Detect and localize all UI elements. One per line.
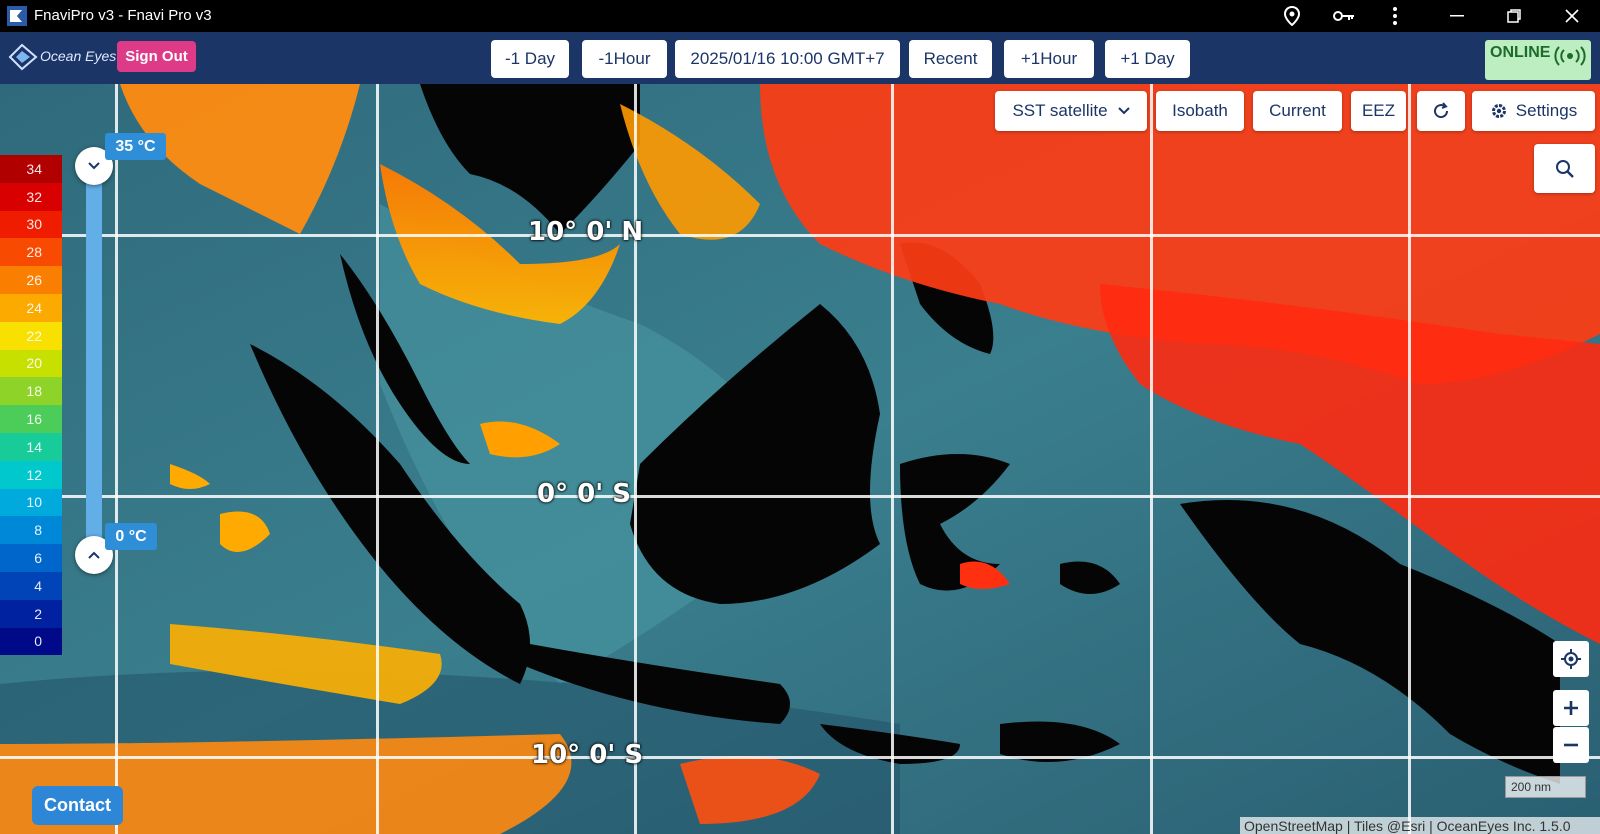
online-status-label: ONLINE: [1490, 44, 1551, 61]
ocean-eyes-logo: Ocean Eyes: [8, 42, 116, 74]
online-status: ONLINE: [1485, 40, 1591, 80]
legend-cell: 28: [0, 238, 62, 267]
minus-one-day-button[interactable]: -1 Day: [491, 40, 569, 78]
recent-button[interactable]: Recent: [909, 40, 992, 78]
legend-cell: 34: [0, 155, 62, 183]
refresh-icon: [1434, 102, 1449, 119]
chevron-up-icon: [88, 551, 100, 559]
window-title: FnaviPro v3 - Fnavi Pro v3: [34, 7, 212, 24]
search-button[interactable]: [1534, 144, 1595, 193]
graticule-line: [0, 756, 1600, 759]
sst-layer-dropdown[interactable]: SST satellite: [995, 91, 1147, 131]
zoom-out-button[interactable]: [1553, 727, 1589, 763]
scale-bar: 200 nm: [1505, 776, 1586, 798]
more-vertical-icon[interactable]: [1383, 4, 1407, 28]
legend-cell: 12: [0, 460, 62, 489]
settings-label: Settings: [1515, 101, 1578, 120]
minus-one-hour-button[interactable]: -1Hour: [582, 40, 667, 78]
refresh-button[interactable]: [1417, 91, 1465, 131]
legend-cell: 8: [0, 516, 62, 545]
datetime-button[interactable]: 2025/01/16 10:00 GMT+7: [675, 40, 900, 78]
legend-cell: 16: [0, 405, 62, 433]
legend-cell: 32: [0, 182, 62, 211]
crosshair-icon: [1561, 649, 1581, 669]
zoom-in-button[interactable]: [1553, 690, 1589, 726]
contact-button[interactable]: Contact: [32, 786, 123, 825]
lat-label-equator: 0° 0' S: [537, 479, 631, 509]
lat-label-10s: 10° 0' S: [531, 740, 644, 770]
legend-cell: 14: [0, 432, 62, 461]
main-toolbar: Ocean Eyes Sign Out -1 Day -1Hour 2025/0…: [0, 32, 1600, 84]
temperature-legend: 34 32 30 28 26 24 22 20 18 16 14 12 10 8 6 4 2 0: [0, 155, 62, 656]
temperature-range-slider[interactable]: [86, 175, 102, 555]
sst-map-layer: [0, 84, 1600, 834]
search-icon: [1555, 159, 1574, 178]
broadcast-icon: [1554, 46, 1586, 66]
legend-cell: 22: [0, 321, 62, 350]
legend-cell: 2: [0, 599, 62, 628]
max-temp-label: 35 °C: [105, 133, 166, 160]
locate-button[interactable]: [1553, 641, 1589, 677]
graticule-line: [0, 234, 1600, 237]
legend-cell: 20: [0, 349, 62, 378]
legend-cell: 0: [0, 627, 62, 656]
plus-one-day-button[interactable]: +1 Day: [1105, 40, 1190, 78]
chevron-down-icon: [1117, 107, 1130, 115]
key-icon[interactable]: [1332, 4, 1356, 28]
legend-cell: 26: [0, 266, 62, 294]
legend-cell: 4: [0, 571, 62, 600]
settings-button[interactable]: Settings: [1472, 91, 1595, 131]
minimize-icon[interactable]: [1445, 4, 1469, 28]
close-icon[interactable]: [1560, 4, 1584, 28]
legend-cell: 6: [0, 544, 62, 572]
lat-label-10n: 10° 0' N: [528, 217, 644, 247]
restore-icon[interactable]: [1502, 4, 1526, 28]
graticule-line: [1150, 84, 1153, 834]
legend-cell: 30: [0, 210, 62, 239]
graticule-line: [1408, 84, 1411, 834]
min-temp-label: 0 °C: [105, 523, 157, 550]
plus-icon: [1564, 701, 1578, 715]
map-view[interactable]: 10° 0' N 0° 0' S 10° 0' S: [0, 84, 1600, 834]
graticule-line: [115, 84, 118, 834]
graticule-line: [376, 84, 379, 834]
graticule-line: [0, 495, 1600, 498]
title-bar: FnaviPro v3 - Fnavi Pro v3: [0, 0, 1600, 32]
graticule-line: [891, 84, 894, 834]
graticule-line: [634, 84, 637, 834]
logo-text: Ocean Eyes: [40, 48, 117, 64]
plus-one-hour-button[interactable]: +1Hour: [1004, 40, 1094, 78]
legend-cell: 10: [0, 488, 62, 517]
legend-cell: 24: [0, 293, 62, 322]
gear-icon: [1491, 104, 1506, 118]
sst-layer-label: SST satellite: [1012, 101, 1108, 120]
current-toggle[interactable]: Current: [1253, 91, 1342, 131]
app-icon: [7, 6, 27, 26]
minus-icon: [1564, 743, 1578, 747]
map-attribution: OpenStreetMap | Tiles @Esri | OceanEyes …: [1240, 817, 1600, 834]
eez-toggle[interactable]: EEZ: [1351, 91, 1406, 131]
legend-cell: 18: [0, 377, 62, 406]
chevron-down-icon: [88, 162, 100, 170]
location-icon[interactable]: [1280, 4, 1304, 28]
isobath-toggle[interactable]: Isobath: [1156, 91, 1244, 131]
sign-out-button[interactable]: Sign Out: [117, 41, 196, 72]
logo-icon: [8, 43, 38, 71]
